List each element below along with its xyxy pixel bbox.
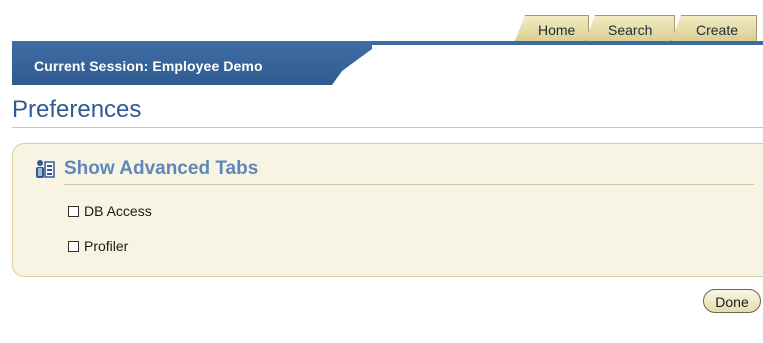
section-header: Show Advanced Tabs <box>34 158 258 180</box>
title-divider <box>12 127 763 128</box>
profiler-label: Profiler <box>84 238 129 254</box>
tab-create[interactable]: Create <box>671 15 757 41</box>
section-title: Show Advanced Tabs <box>64 158 259 179</box>
tab-home[interactable]: Home <box>515 15 589 41</box>
section-divider <box>64 184 754 185</box>
done-button[interactable]: Done <box>703 289 761 313</box>
page-title: Preferences <box>12 96 142 123</box>
profiler-option[interactable]: Profiler <box>68 238 128 254</box>
db-access-checkbox[interactable] <box>68 205 79 217</box>
tab-bar: Home Search Create <box>515 15 757 42</box>
tab-search[interactable]: Search <box>585 15 675 41</box>
db-access-option[interactable]: DB Access <box>68 203 152 219</box>
user-settings-icon <box>34 158 56 180</box>
page: Home Search Create Current Session: Empl… <box>0 0 763 343</box>
session-label: Current Session: Employee Demo <box>34 58 263 74</box>
profiler-checkbox[interactable] <box>68 240 79 252</box>
db-access-label: DB Access <box>84 203 152 219</box>
